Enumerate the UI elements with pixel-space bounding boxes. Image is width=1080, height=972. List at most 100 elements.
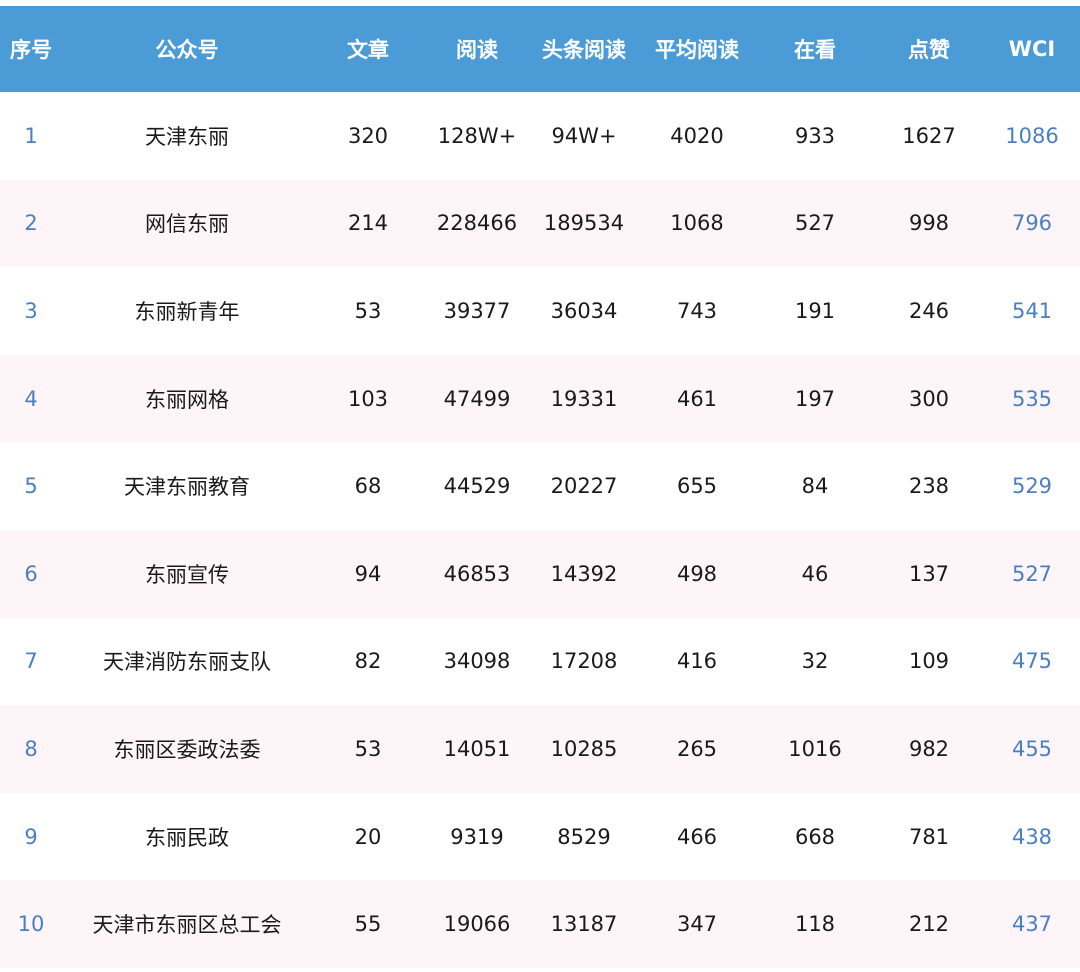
- cell-likes: 246: [908, 298, 950, 323]
- cell-articles: 320: [347, 123, 389, 148]
- cell-index: 8: [24, 736, 38, 761]
- cell-wci: 455: [1011, 736, 1053, 761]
- cell-likes: 109: [908, 649, 950, 674]
- table-header-row: 序号 公众号 文章 阅读 头条阅读 平均阅读 在看 点赞 WCI: [0, 6, 1080, 92]
- cell-avg-reads: 466: [676, 824, 718, 849]
- cell-index: 9: [24, 824, 38, 849]
- cell-likes: 781: [908, 824, 950, 849]
- cell-index: 5: [24, 474, 38, 499]
- cell-articles: 82: [354, 649, 382, 674]
- table-row: 5 天津东丽教育 68 44529 20227 655 84 238 529: [0, 442, 1080, 530]
- cell-headline-reads: 20227: [550, 474, 618, 499]
- cell-watching: 933: [794, 123, 836, 148]
- cell-headline-reads: 13187: [550, 912, 618, 937]
- ranking-table: 序号 公众号 文章 阅读 头条阅读 平均阅读 在看 点赞 WCI 1 天津东丽 …: [0, 6, 1080, 968]
- cell-reads: 9319: [450, 824, 504, 849]
- cell-avg-reads: 4020: [670, 123, 724, 148]
- cell-account: 东丽网格: [145, 387, 229, 412]
- cell-watching: 46: [801, 561, 829, 586]
- cell-avg-reads: 743: [676, 298, 718, 323]
- cell-wci: 438: [1011, 824, 1053, 849]
- table-row: 3 东丽新青年 53 39377 36034 743 191 246 541: [0, 267, 1080, 355]
- table-row: 9 东丽民政 20 9319 8529 466 668 781 438: [0, 792, 1080, 881]
- cell-reads: 128W+: [437, 123, 517, 148]
- table-row: 7 天津消防东丽支队 82 34098 17208 416 32 109 475: [0, 617, 1080, 706]
- cell-watching: 197: [794, 386, 836, 411]
- cell-avg-reads: 265: [676, 736, 718, 761]
- cell-wci: 535: [1011, 386, 1053, 411]
- cell-wci: 437: [1011, 912, 1053, 937]
- cell-account: 天津东丽: [145, 124, 229, 149]
- cell-likes: 137: [908, 561, 950, 586]
- cell-avg-reads: 1068: [670, 211, 724, 236]
- cell-index: 1: [24, 123, 38, 148]
- cell-index: 10: [17, 912, 45, 937]
- cell-avg-reads: 498: [676, 561, 718, 586]
- cell-account: 网信东丽: [145, 212, 229, 237]
- cell-reads: 46853: [443, 561, 511, 586]
- header-wci: WCI: [1008, 37, 1056, 61]
- cell-wci: 475: [1011, 649, 1053, 674]
- cell-headline-reads: 8529: [557, 824, 611, 849]
- cell-likes: 1627: [902, 123, 956, 148]
- cell-watching: 118: [794, 912, 836, 937]
- cell-reads: 34098: [443, 649, 511, 674]
- cell-watching: 668: [794, 824, 836, 849]
- cell-likes: 300: [908, 386, 950, 411]
- cell-wci: 527: [1011, 561, 1053, 586]
- cell-articles: 53: [354, 298, 382, 323]
- header-watching: 在看: [794, 38, 836, 62]
- cell-avg-reads: 416: [676, 649, 718, 674]
- cell-reads: 228466: [436, 211, 518, 236]
- cell-index: 3: [24, 298, 38, 323]
- cell-reads: 44529: [443, 474, 511, 499]
- cell-articles: 20: [354, 824, 382, 849]
- cell-headline-reads: 94W+: [551, 123, 617, 148]
- table-row: 8 东丽区委政法委 53 14051 10285 265 1016 982 45…: [0, 705, 1080, 793]
- header-index: 序号: [10, 38, 52, 62]
- header-reads: 阅读: [456, 38, 498, 62]
- cell-avg-reads: 655: [676, 474, 718, 499]
- cell-likes: 212: [908, 912, 950, 937]
- cell-articles: 55: [354, 912, 382, 937]
- cell-watching: 527: [794, 211, 836, 236]
- cell-headline-reads: 19331: [550, 386, 618, 411]
- header-account: 公众号: [155, 38, 219, 62]
- table-row: 1 天津东丽 320 128W+ 94W+ 4020 933 1627 1086: [0, 92, 1080, 180]
- cell-watching: 191: [794, 298, 836, 323]
- header-articles: 文章: [347, 38, 389, 62]
- cell-wci: 796: [1011, 211, 1053, 236]
- cell-index: 7: [24, 649, 38, 674]
- header-likes: 点赞: [908, 38, 950, 62]
- cell-wci: 541: [1011, 298, 1053, 323]
- cell-wci: 1086: [1005, 123, 1059, 148]
- cell-reads: 47499: [443, 386, 511, 411]
- cell-account: 天津消防东丽支队: [103, 650, 271, 675]
- cell-index: 4: [24, 386, 38, 411]
- cell-avg-reads: 347: [676, 912, 718, 937]
- cell-likes: 998: [908, 211, 950, 236]
- cell-account: 天津东丽教育: [124, 475, 250, 500]
- header-avg-reads: 平均阅读: [655, 38, 739, 62]
- table-row: 2 网信东丽 214 228466 189534 1068 527 998 79…: [0, 179, 1080, 268]
- cell-articles: 214: [347, 211, 389, 236]
- cell-headline-reads: 17208: [550, 649, 618, 674]
- cell-wci: 529: [1011, 474, 1053, 499]
- cell-watching: 1016: [788, 736, 842, 761]
- cell-articles: 103: [347, 386, 389, 411]
- cell-reads: 39377: [443, 298, 511, 323]
- cell-articles: 53: [354, 736, 382, 761]
- cell-avg-reads: 461: [676, 386, 718, 411]
- table-row: 10 天津市东丽区总工会 55 19066 13187 347 118 212 …: [0, 880, 1080, 968]
- table-row: 4 东丽网格 103 47499 19331 461 197 300 535: [0, 354, 1080, 443]
- cell-index: 2: [24, 211, 38, 236]
- cell-headline-reads: 36034: [550, 298, 618, 323]
- cell-articles: 94: [354, 561, 382, 586]
- header-headline-reads: 头条阅读: [542, 38, 626, 62]
- cell-headline-reads: 10285: [550, 736, 618, 761]
- cell-likes: 982: [908, 736, 950, 761]
- cell-account: 东丽民政: [145, 825, 229, 850]
- cell-account: 东丽宣传: [145, 562, 229, 587]
- cell-headline-reads: 14392: [550, 561, 618, 586]
- cell-likes: 238: [908, 474, 950, 499]
